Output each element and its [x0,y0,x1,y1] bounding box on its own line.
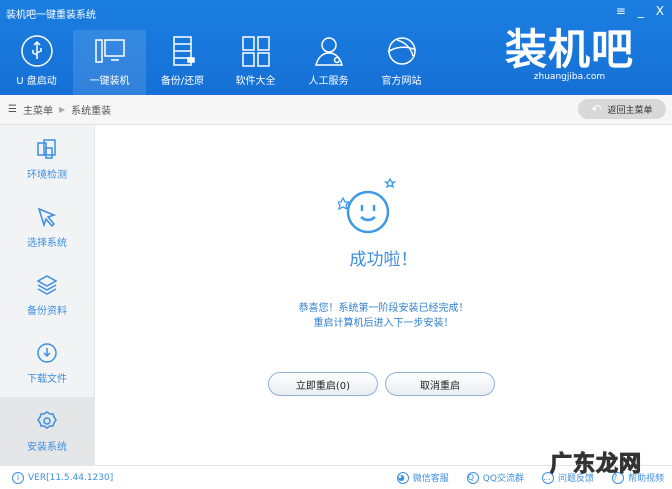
computer-icon [94,39,125,63]
restart-now-button[interactable]: 立即重启(0) [268,372,378,396]
breadcrumb: ☰ 主菜单 ▶ 系统重装 ↶ 返回主菜单 [0,95,672,125]
devices-icon [37,138,56,159]
grid-icon [241,36,270,67]
close-button[interactable]: X [656,4,664,18]
cursor-icon [37,207,57,227]
sidebar-item-backup[interactable]: 备份资料 [0,261,94,329]
success-title: 成功啦！ [349,250,418,270]
breadcrumb-current: 系统重装 [71,106,112,117]
smiley-face-icon [338,177,397,234]
main-panel: 成功啦！ 恭喜您！系统第一阶段安装已经完成！ 重启计算机后进入下一步安装！ 立即重… [95,125,672,465]
nav-backup-restore[interactable]: 备份/还原 [146,30,219,95]
brand-logo: 装机吧 zhuangjiba.com [504,25,634,83]
nav-service[interactable]: 人工服务 [292,30,365,95]
wechat-support-link[interactable]: ◕ 微信客服 [396,471,449,484]
sidebar: 环境检测 选择系统 备份资料 下载文件 安装系统 [0,125,95,465]
nav-one-click-install[interactable]: 一键装机 [73,30,146,95]
header: 装机吧一键重装系统 ≡ _ X U 盘启动 一键装机 备份/还原 软件大全 人工… [0,0,672,95]
cancel-restart-button[interactable]: 取消重启 [385,372,495,396]
watermark: 广东龙网 [549,452,642,478]
layers-icon [36,274,58,295]
minimize-button[interactable]: _ [638,4,644,18]
sidebar-item-select-system[interactable]: 选择系统 [0,193,94,261]
success-message: 恭喜您！系统第一阶段安装已经完成！ 重启计算机后进入下一步安装！ [298,303,469,329]
sidebar-item-install[interactable]: 安装系统 [0,397,94,465]
list-icon: ☰ [8,104,17,115]
globe-icon [387,37,416,65]
breadcrumb-home[interactable]: 主菜单 [23,102,53,117]
sidebar-item-env-check[interactable]: 环境检测 [0,125,94,193]
backup-icon [172,36,195,66]
back-to-menu-button[interactable]: ↶ 返回主菜单 [578,99,666,119]
version-label: VER[11.5.44.1230] [28,472,114,483]
back-arrow-icon: ↶ [591,102,602,116]
nav-website[interactable]: 官方网站 [365,30,438,95]
gear-icon [37,410,57,429]
nav-software[interactable]: 软件大全 [219,30,292,95]
menu-button[interactable]: ≡ [616,4,626,18]
download-icon [37,342,57,363]
qq-icon: Q [466,471,479,484]
info-icon: i [12,471,24,484]
chevron-right-icon: ▶ [58,105,66,114]
sidebar-item-download[interactable]: 下载文件 [0,329,94,397]
person-icon [314,37,343,66]
usb-icon [20,35,53,67]
window-title: 装机吧一键重装系统 [6,10,96,21]
qq-group-link[interactable]: Q QQ交流群 [466,471,524,484]
nav-usb-boot[interactable]: U 盘启动 [0,30,73,95]
wechat-icon: ◕ [396,471,409,484]
